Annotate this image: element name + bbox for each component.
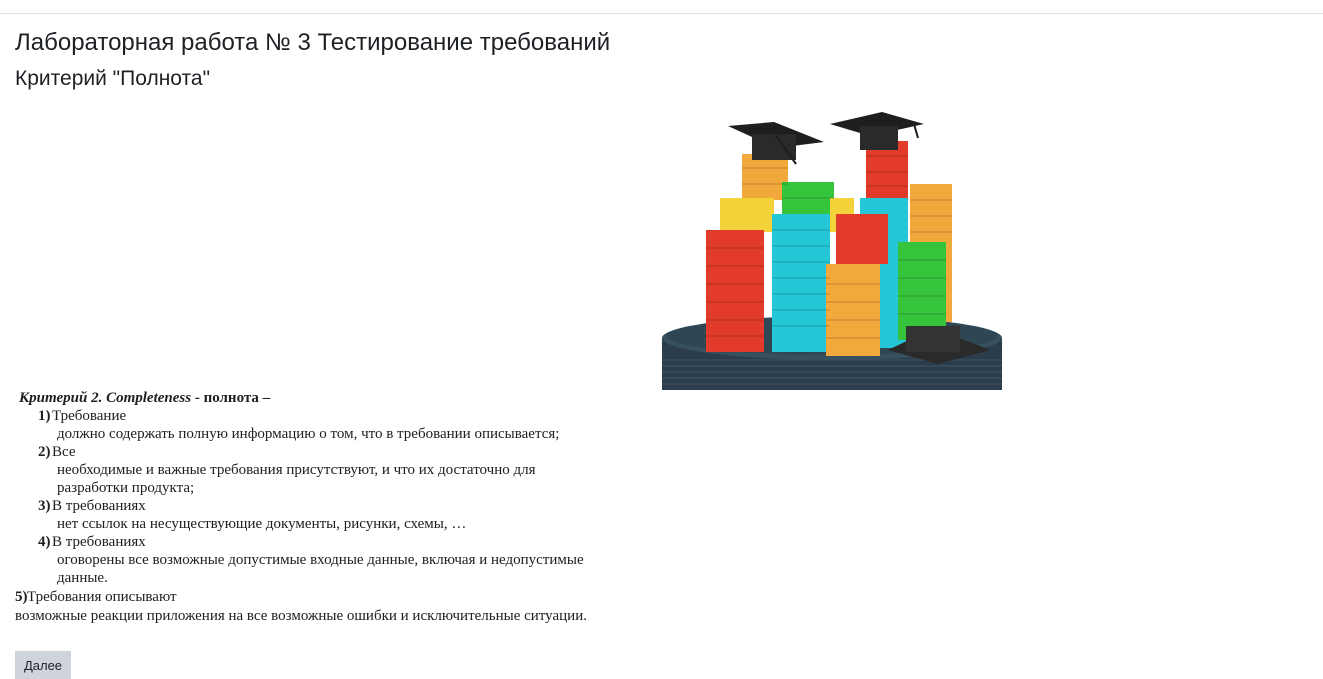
item-4-line-2: данные. <box>57 570 108 586</box>
item-4-number: 4) <box>38 534 51 550</box>
item-4-lead: В требованиях <box>52 534 146 550</box>
item-4-line-1: оговорены все возможные допустимые входн… <box>57 552 584 568</box>
item-3-number: 3) <box>38 498 51 514</box>
criterion-heading-italic: Критерий 2. Completeness <box>19 390 192 406</box>
item-1-number: 1) <box>38 408 51 424</box>
item-3-lead: В требованиях <box>52 498 146 514</box>
top-divider <box>0 13 1323 14</box>
item-5-lead: Требования описывают <box>27 589 177 605</box>
item-2-line-2: разработки продукта; <box>57 480 195 496</box>
item-3-line-1: нет ссылок на несуществующие документы, … <box>57 516 467 532</box>
page-subtitle: Критерий "Полнота" <box>15 67 211 90</box>
criterion-heading: Критерий 2. Completeness - полнота – <box>19 389 270 407</box>
item-1-lead: Требование <box>52 408 127 424</box>
item-1-line-1: должно содержать полную информацию о том… <box>57 426 560 442</box>
item-5-number: 5) <box>15 589 28 605</box>
illustration-graduation-blocks <box>662 112 1002 390</box>
criterion-heading-rest: - полнота – <box>191 390 271 406</box>
item-2-lead: Все <box>52 444 76 460</box>
next-button[interactable]: Далее <box>15 651 71 679</box>
item-2-line-1: необходимые и важные требования присутст… <box>57 462 536 478</box>
item-5-line-1: возможные реакции приложения на все возм… <box>15 608 587 624</box>
page-title: Лабораторная работа № 3 Тестирование тре… <box>15 29 611 56</box>
item-2-number: 2) <box>38 444 51 460</box>
